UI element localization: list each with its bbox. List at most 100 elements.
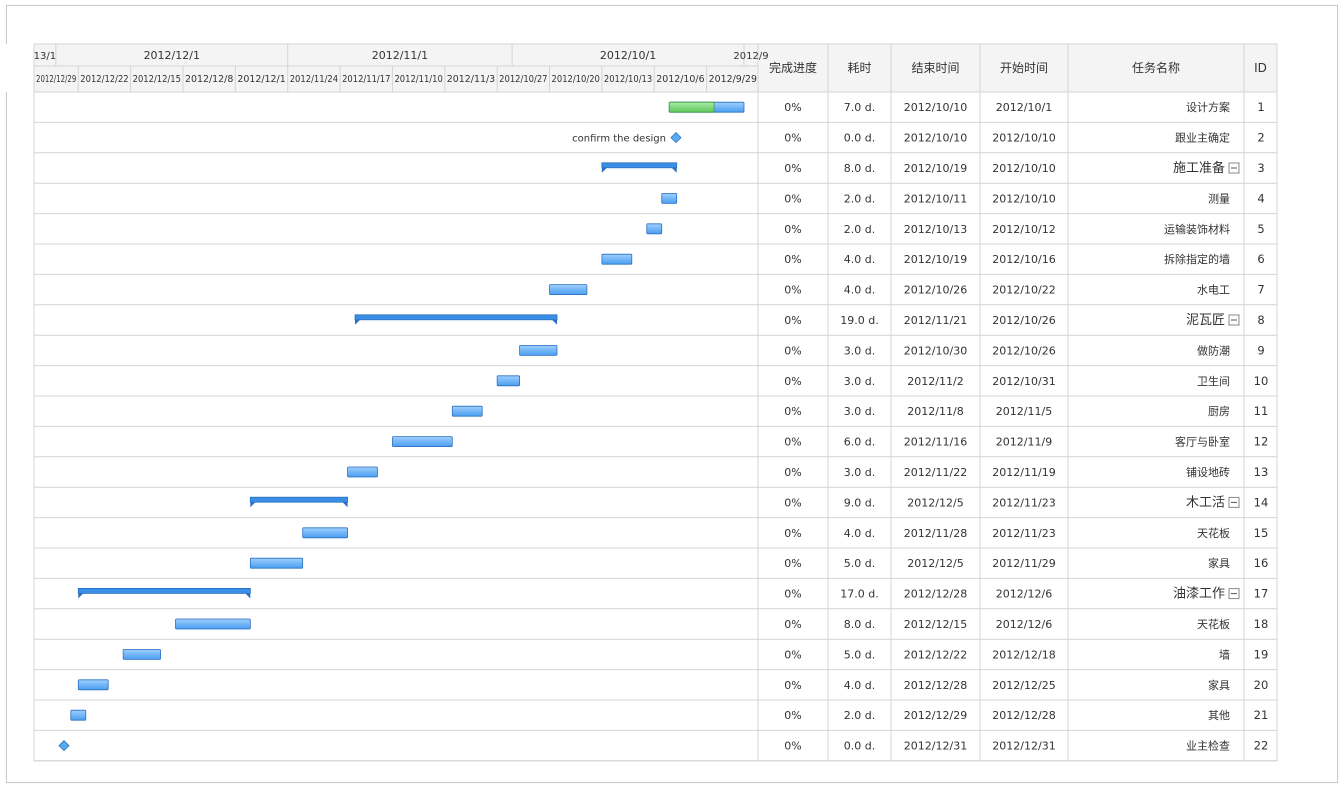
task-bar[interactable]: [392, 436, 453, 448]
table-row[interactable]: 5 运输装饰材料 2012/10/12 2012/10/13 2.0 d. 0%: [784, 222, 1264, 236]
cell-start-time: 2012/11/23: [992, 527, 1055, 540]
cell-duration: 3.0 d.: [844, 344, 875, 357]
cell-end-time: 2012/12/5: [907, 496, 963, 509]
table-row[interactable]: 1 设计方案 2012/10/1 2012/10/10 7.0 d. 0%: [784, 100, 1264, 114]
header-start-time[interactable]: 开始时间: [1000, 61, 1048, 75]
week-label: 2012/12/29: [36, 74, 76, 85]
cell-start-time: 2012/11/29: [992, 557, 1055, 570]
cell-task-name: 水电工: [1197, 284, 1230, 297]
task-bar[interactable]: [601, 253, 633, 265]
cell-end-time: 2012/10/19: [904, 162, 967, 175]
month-label: 2012/9: [733, 51, 768, 62]
cell-end-time: 2012/11/16: [904, 436, 967, 449]
table-row[interactable]: 2 跟业主确定 2012/10/10 2012/10/10 0.0 d. 0%: [784, 131, 1264, 145]
cell-progress: 0%: [784, 101, 801, 114]
cell-id: 10: [1254, 374, 1269, 388]
cell-start-time: 2012/10/22: [992, 284, 1055, 297]
task-bar[interactable]: [451, 405, 483, 417]
cell-id: 11: [1254, 404, 1269, 418]
cell-end-time: 2012/10/19: [904, 253, 967, 266]
week-label: 2012/10/13: [604, 74, 652, 85]
cell-start-time: 2012/12/28: [992, 709, 1055, 722]
cell-start-time: 2012/10/12: [992, 223, 1055, 236]
cell-duration: 2.0 d.: [844, 223, 875, 236]
header-progress[interactable]: 完成进度: [769, 60, 817, 75]
table-row[interactable]: 13 铺设地砖 2012/11/19 2012/11/22 3.0 d. 0%: [784, 465, 1268, 479]
header-duration[interactable]: 耗时: [847, 61, 871, 75]
header-id[interactable]: ID: [1254, 61, 1267, 75]
month-label: 13/1: [34, 51, 56, 62]
cell-duration: 2.0 d.: [844, 709, 875, 722]
cell-progress: 0%: [784, 557, 801, 570]
cell-task-name: 施工准备: [1173, 160, 1225, 176]
cell-end-time: 2012/10/10: [904, 101, 967, 114]
cell-progress: 0%: [784, 709, 801, 722]
cell-progress: 0%: [784, 253, 801, 266]
cell-duration: 3.0 d.: [844, 466, 875, 479]
cell-progress: 0%: [784, 375, 801, 388]
cell-duration: 0.0 d.: [844, 132, 875, 145]
cell-end-time: 2012/12/29: [904, 709, 967, 722]
cell-start-time: 2012/11/23: [992, 496, 1055, 509]
cell-task-name: 做防潮: [1197, 343, 1230, 357]
cell-id: 17: [1254, 587, 1269, 601]
table-row[interactable]: 17 油漆工作 2012/12/6 2012/12/28 17.0 d. 0%: [784, 586, 1268, 602]
summary-bar[interactable]: [354, 314, 558, 321]
header-task-name[interactable]: 任务名称: [1132, 60, 1180, 75]
cell-duration: 5.0 d.: [844, 557, 875, 570]
cell-task-name: 铺设地砖: [1186, 465, 1230, 479]
task-bar[interactable]: [496, 375, 521, 387]
cell-task-name: 墙: [1219, 647, 1230, 661]
cell-duration: 0.0 d.: [844, 740, 875, 753]
cell-progress: 0%: [784, 588, 801, 601]
task-bar[interactable]: [646, 223, 663, 235]
cell-progress: 0%: [784, 344, 801, 357]
table-row[interactable]: 3 施工准备 2012/10/10 2012/10/19 8.0 d. 0%: [784, 160, 1264, 176]
cell-id: 16: [1254, 556, 1269, 570]
cell-id: 21: [1254, 708, 1269, 722]
summary-bar[interactable]: [601, 162, 678, 169]
cell-duration: 3.0 d.: [844, 405, 875, 418]
table-row[interactable]: 8 泥瓦匠 2012/10/26 2012/11/21 19.0 d. 0%: [784, 313, 1264, 328]
cell-start-time: 2012/11/9: [996, 436, 1052, 449]
task-bar[interactable]: [519, 344, 558, 356]
cell-progress: 0%: [784, 740, 801, 753]
summary-bar[interactable]: [77, 588, 251, 594]
cell-start-time: 2012/12/6: [996, 618, 1052, 631]
cell-task-name: 油漆工作: [1173, 586, 1225, 602]
table-row[interactable]: 22 业主检查 2012/12/31 2012/12/31 0.0 d. 0%: [784, 739, 1268, 753]
cell-progress: 0%: [784, 679, 801, 692]
task-bar[interactable]: [347, 466, 378, 478]
task-bar[interactable]: [122, 649, 161, 660]
cell-id: 19: [1254, 647, 1269, 661]
task-bar[interactable]: [77, 679, 109, 691]
table-row[interactable]: 6 拆除指定的墙 2012/10/16 2012/10/19 4.0 d. 0%: [784, 252, 1264, 266]
week-label: 2012/12/22: [80, 74, 128, 85]
cell-start-time: 2012/11/5: [996, 405, 1052, 418]
cell-end-time: 2012/11/21: [904, 314, 967, 327]
cell-start-time: 2012/10/10: [992, 162, 1055, 175]
week-label: 2012/9/29: [709, 74, 757, 85]
task-bar[interactable]: [661, 192, 678, 204]
task-bar[interactable]: [249, 557, 304, 569]
cell-task-name: 业主检查: [1186, 739, 1230, 753]
cell-task-name: 家具: [1208, 678, 1230, 692]
cell-task-name: 拆除指定的墙: [1164, 252, 1230, 266]
cell-duration: 4.0 d.: [844, 284, 875, 297]
task-bar[interactable]: [302, 527, 348, 539]
cell-start-time: 2012/11/19: [992, 466, 1055, 479]
header-end-time[interactable]: 结束时间: [911, 61, 959, 75]
cell-progress: 0%: [784, 496, 801, 509]
table-row[interactable]: 14 木工活 2012/11/23 2012/12/5 9.0 d. 0%: [784, 495, 1268, 510]
table-row[interactable]: 12 客厅与卧室 2012/11/9 2012/11/16 6.0 d. 0%: [784, 435, 1268, 449]
cell-id: 12: [1254, 435, 1269, 449]
cell-duration: 2.0 d.: [844, 192, 875, 205]
task-bar[interactable]: [549, 284, 588, 296]
cell-id: 18: [1254, 617, 1269, 631]
cell-progress: 0%: [784, 405, 801, 418]
task-bar[interactable]: [175, 618, 251, 630]
cell-start-time: 2012/10/16: [992, 253, 1055, 266]
summary-bar[interactable]: [249, 496, 348, 503]
cell-id: 7: [1257, 283, 1264, 297]
task-bar[interactable]: [70, 709, 87, 721]
